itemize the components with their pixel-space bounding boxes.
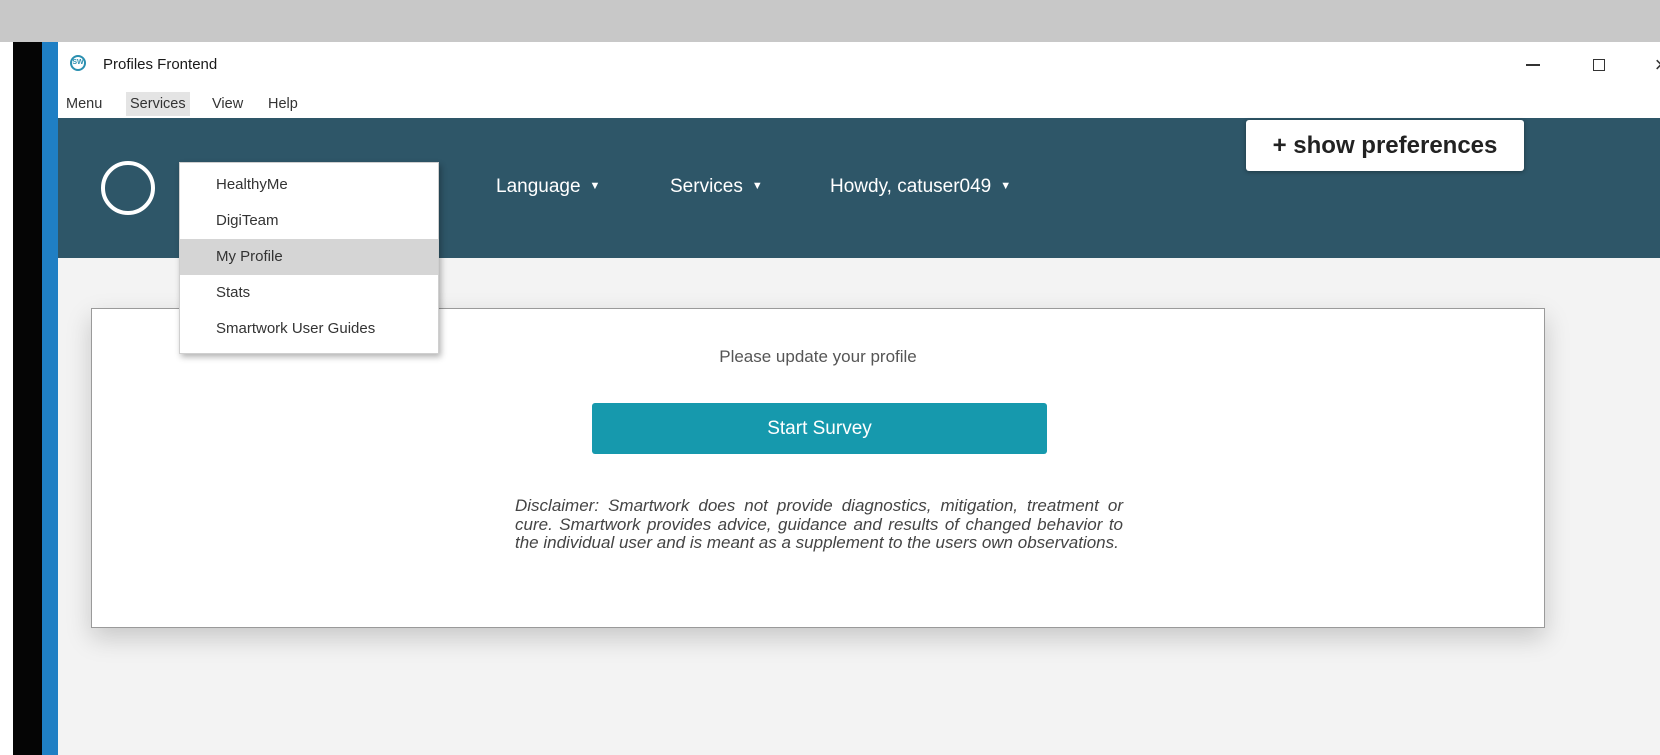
caret-down-icon: ▼ — [589, 180, 601, 192]
user-greeting: Howdy, catuser049 — [830, 176, 992, 197]
language-label: Language — [496, 176, 581, 197]
services-dropdown-menu: HealthyMe DigiTeam My Profile Stats Smar… — [179, 162, 439, 354]
profile-card: Please update your profile Start Survey … — [91, 308, 1545, 628]
maximize-icon — [1593, 59, 1605, 71]
services-dropdown[interactable]: Services ▼ — [670, 176, 763, 198]
site-logo-icon[interactable] — [101, 161, 155, 215]
menu-item-menu[interactable]: Menu — [62, 92, 106, 116]
screen-left-edge — [13, 42, 42, 755]
close-icon: × — [1655, 52, 1660, 78]
menu-item-view[interactable]: View — [208, 92, 247, 116]
menu-item-help[interactable]: Help — [264, 92, 302, 116]
minimize-button[interactable] — [1500, 42, 1566, 88]
disclaimer-text: Disclaimer: Smartwork does not provide d… — [515, 496, 1123, 552]
desktop-accent-strip — [42, 42, 58, 755]
services-label: Services — [670, 176, 743, 197]
menu-option-digiteam[interactable]: DigiTeam — [180, 203, 438, 239]
title-bar: SW Profiles Frontend × — [58, 42, 1660, 88]
window-title: Profiles Frontend — [103, 56, 218, 73]
caret-down-icon: ▼ — [751, 180, 763, 192]
menu-item-services[interactable]: Services — [126, 92, 190, 116]
menu-option-user-guides[interactable]: Smartwork User Guides — [180, 311, 438, 347]
menu-bar: Menu Services View Help — [58, 88, 1660, 118]
start-survey-button[interactable]: Start Survey — [592, 403, 1047, 454]
menu-option-healthyme[interactable]: HealthyMe — [180, 167, 438, 203]
app-logo-icon: SW — [70, 55, 86, 71]
user-dropdown[interactable]: Howdy, catuser049 ▼ — [830, 176, 1011, 198]
minimize-icon — [1526, 64, 1540, 66]
maximize-button[interactable] — [1566, 42, 1632, 88]
caret-down-icon: ▼ — [1000, 180, 1012, 192]
screen-top-strip — [0, 0, 1660, 42]
app-window: SW Profiles Frontend × Menu Services Vie… — [58, 42, 1660, 755]
menu-option-stats[interactable]: Stats — [180, 275, 438, 311]
language-dropdown[interactable]: Language ▼ — [496, 176, 600, 198]
show-preferences-button[interactable]: + show preferences — [1246, 120, 1524, 171]
menu-option-my-profile[interactable]: My Profile — [180, 239, 438, 275]
close-button[interactable]: × — [1628, 42, 1660, 88]
